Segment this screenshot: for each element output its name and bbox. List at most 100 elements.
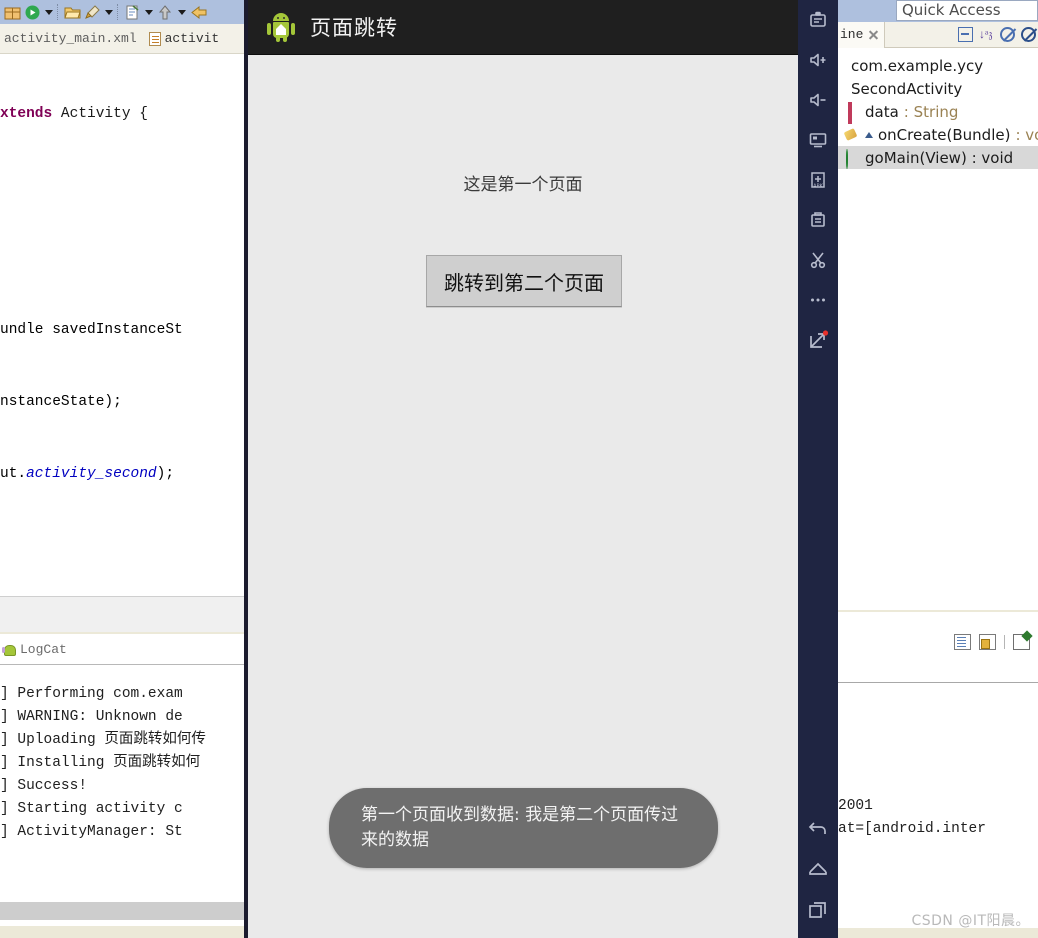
screen-root: activity_main.xml activit xtends Activit… xyxy=(0,0,1038,938)
outline-toolbar: ↓ᵃ𝔷 xyxy=(958,27,1038,42)
ide-left-panel: activity_main.xml activit xtends Activit… xyxy=(0,0,248,938)
log-line: ] Success! xyxy=(0,778,88,794)
new-file-icon[interactable] xyxy=(122,2,142,22)
outline-tab-label: ine xyxy=(840,27,864,42)
outline-item-label: data xyxy=(865,102,899,121)
outline-item-package[interactable]: com.example.ycy xyxy=(838,54,1038,77)
paint-dropdown-caret-icon[interactable] xyxy=(102,2,115,22)
log-line: ] Starting activity c xyxy=(0,801,183,817)
close-icon[interactable] xyxy=(868,30,878,40)
toolbar-separator-2 xyxy=(117,4,120,20)
run-dropdown-caret-icon[interactable] xyxy=(42,2,55,22)
outline-item-type: : void xyxy=(1015,125,1038,144)
override-method-icon xyxy=(844,127,860,143)
editor-tab-label: activity_main.xml xyxy=(4,31,137,46)
editor-tab-label-2: activit xyxy=(164,31,220,46)
outline-item-method-oncreate[interactable]: onCreate(Bundle) : void xyxy=(838,123,1038,146)
log-line: ] ActivityManager: St xyxy=(0,824,183,840)
override-marker-icon xyxy=(865,131,873,138)
outline-item-label: SecondActivity xyxy=(851,79,963,98)
toast-message: 第一个页面收到数据: 我是第二个页面传过来的数据 xyxy=(329,788,718,868)
page-heading-text: 这是第一个页面 xyxy=(463,175,583,195)
tab-outline[interactable]: ine xyxy=(838,21,886,48)
open-folder-icon[interactable] xyxy=(62,2,82,22)
logcat-android-icon xyxy=(2,644,16,656)
up-arrow-icon[interactable] xyxy=(155,2,175,22)
scroll-lock-icon[interactable] xyxy=(979,634,996,650)
sort-az-icon[interactable]: ↓ᵃ𝔷 xyxy=(979,27,994,42)
log-line: at=[android.inter xyxy=(838,821,986,837)
watermark-text: CSDN @IT阳晨。 xyxy=(911,913,1030,929)
up-arrow-caret-icon[interactable] xyxy=(175,2,188,22)
toolbar-separator xyxy=(57,4,60,20)
code-line: nstanceState); xyxy=(0,394,122,410)
code-line: undle savedInstanceSt xyxy=(0,322,183,338)
logcat-tab-label: LogCat xyxy=(20,641,67,657)
log-line: ] WARNING: Unknown de xyxy=(0,709,183,725)
outline-item-method-gomain[interactable]: goMain(View) : void xyxy=(838,146,1038,169)
right-status-bar xyxy=(838,928,1038,938)
editor-tab-activity-java[interactable]: activit xyxy=(145,31,228,46)
right-log-output[interactable]: 2001 at=[android.inter xyxy=(838,683,1038,893)
ide-bottom-strip-gray xyxy=(0,902,248,920)
public-method-icon xyxy=(844,148,860,169)
paintbrush-icon[interactable] xyxy=(82,2,102,22)
new-view-icon[interactable] xyxy=(1013,634,1030,650)
right-log-toolbar xyxy=(954,634,1030,650)
hide-static-icon[interactable] xyxy=(1021,27,1036,42)
field-icon xyxy=(844,101,860,124)
code-line: ut.activity_second); xyxy=(0,466,175,482)
clear-log-icon[interactable] xyxy=(954,634,971,650)
logcat-output[interactable]: ] Performing com.exam ] WARNING: Unknown … xyxy=(0,664,248,902)
more-options-icon[interactable] xyxy=(798,280,838,320)
outline-item-label: com.example.ycy xyxy=(851,56,984,75)
camera-screenshot-icon[interactable] xyxy=(798,200,838,240)
outline-item-type: : String xyxy=(903,102,959,121)
code-editor[interactable]: xtends Activity { undle savedInstanceSt … xyxy=(0,54,248,596)
app-title: 页面跳转 xyxy=(310,16,398,40)
run-icon[interactable] xyxy=(22,2,42,22)
outline-item-label: goMain(View) : void xyxy=(865,148,1014,167)
rotate-screen-icon[interactable] xyxy=(798,120,838,160)
new-file-caret-icon[interactable] xyxy=(142,2,155,22)
package-icon[interactable] xyxy=(2,2,22,22)
log-line: ] Performing com.exam xyxy=(0,686,183,702)
jump-to-second-page-button[interactable]: 跳转到第二个页面 xyxy=(426,255,622,307)
outline-item-field-data[interactable]: data : String xyxy=(838,100,1038,124)
java-file-icon xyxy=(148,31,161,46)
android-robot-icon xyxy=(266,11,296,43)
android-emulator: 页面跳转 这是第一个页面 跳转到第二个页面 第一个页面收到数据: 我是第二个页面… xyxy=(248,0,798,938)
logcat-tab-strip[interactable]: LogCat xyxy=(0,632,248,664)
recents-nav-icon[interactable] xyxy=(798,890,838,930)
ide-status-bar xyxy=(0,926,248,938)
home-nav-icon[interactable] xyxy=(798,850,838,890)
open-external-icon[interactable] xyxy=(798,320,838,360)
outline-view-tabbar: ine ↓ᵃ𝔷 xyxy=(838,21,1038,48)
emulator-side-toolbar: APK xyxy=(798,0,838,938)
volume-up-icon[interactable] xyxy=(798,40,838,80)
snip-scissors-icon[interactable] xyxy=(798,240,838,280)
install-apk-icon[interactable]: APK xyxy=(798,160,838,200)
power-icon[interactable] xyxy=(798,0,838,40)
outline-item-label: onCreate(Bundle) xyxy=(878,125,1011,144)
collapse-all-icon[interactable] xyxy=(958,27,973,42)
quick-access-input[interactable]: Quick Access xyxy=(896,0,1038,21)
back-arrow-icon[interactable] xyxy=(188,2,208,22)
log-line: 2001 xyxy=(838,798,873,814)
hide-fields-icon[interactable] xyxy=(1000,27,1015,42)
outline-tree: com.example.ycy SecondActivity data : St… xyxy=(838,48,1038,169)
log-line: ] Installing 页面跳转如何 xyxy=(0,755,201,771)
editor-tab-activity-main-xml[interactable]: activity_main.xml xyxy=(0,31,145,46)
volume-down-icon[interactable] xyxy=(798,80,838,120)
app-screen: 这是第一个页面 跳转到第二个页面 第一个页面收到数据: 我是第二个页面传过来的数… xyxy=(248,55,798,938)
app-action-bar: 页面跳转 xyxy=(248,0,798,55)
toolbar-divider xyxy=(1004,635,1005,649)
code-line: xtends Activity { xyxy=(0,106,148,122)
back-nav-icon[interactable] xyxy=(798,810,838,850)
outline-item-class[interactable]: SecondActivity xyxy=(838,77,1038,100)
ide-toolbar xyxy=(0,0,248,24)
svg-text:APK: APK xyxy=(813,184,823,190)
